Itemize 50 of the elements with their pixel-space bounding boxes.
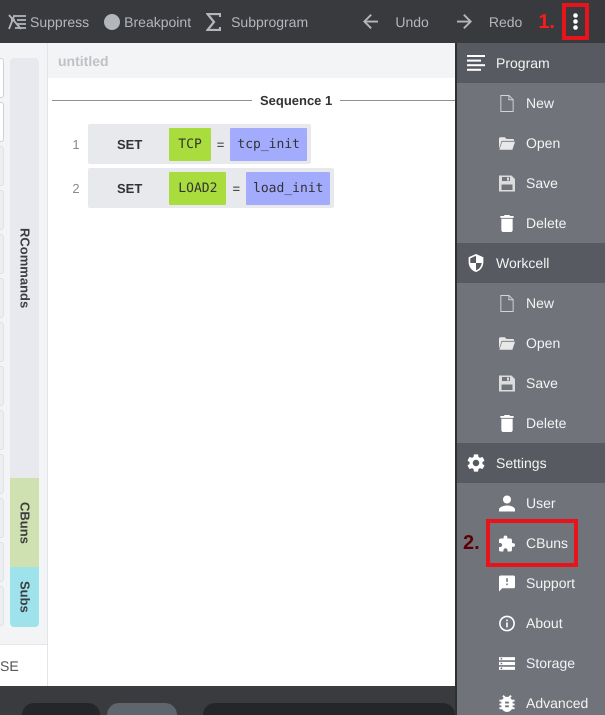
sequence-title: Sequence 1 [260,92,332,108]
command-keyword: SET [117,136,142,152]
line-number: 1 [71,136,81,152]
line-number: 2 [71,180,81,196]
trash-icon [499,214,515,232]
breakpoint-button[interactable]: Breakpoint [104,14,192,30]
menu-section-header: Program [457,43,605,83]
step-label: 2. [463,532,480,554]
command-keyword: SET [117,180,142,196]
file-icon [499,294,515,312]
undo-button[interactable]: Undo [363,14,429,30]
bottom-button[interactable] [107,703,177,715]
settings-icon [467,454,485,472]
variable-chip[interactable]: LOAD2 [169,172,226,204]
left-arrow-icon [363,14,378,29]
side-tab[interactable]: RCommands [10,58,39,478]
menu-section-header: Settings [457,443,605,483]
value-chip[interactable]: tcp_init [230,128,307,160]
bug-icon [499,694,515,712]
menu-section-header: Workcell [457,243,605,283]
circle-icon [104,14,120,30]
value-chip[interactable]: load_init [246,172,330,204]
highlight-frame [562,3,589,40]
panel-footer-text: SE [0,658,19,674]
operator-sign: = [232,180,240,196]
folder-icon [499,334,515,352]
list-tile[interactable] [0,102,4,142]
slashed-lines-icon [8,14,26,30]
side-tab[interactable]: CBuns [10,478,39,567]
right-arrow-icon [456,14,472,29]
folder-icon [499,134,515,152]
text-lines-icon [467,54,485,72]
person-icon [499,494,515,512]
trash-icon [499,414,515,432]
more-icon [573,13,578,30]
info-icon [499,614,515,632]
side-tab[interactable]: Subs [10,567,39,627]
subprogram-button[interactable]: Subprogram [206,12,308,30]
suppress-button[interactable]: Suppress [8,14,90,30]
shield-icon [467,254,485,272]
list-tile[interactable] [0,58,4,98]
operator-sign: = [216,136,224,152]
redo-button[interactable]: Redo [456,14,522,30]
storage-icon [499,654,515,672]
file-icon [499,94,515,112]
sigma-icon [206,12,222,30]
puzzle-piece-icon [499,534,515,552]
step-label: 1. [538,10,555,32]
speech-bubble-icon [499,574,515,592]
variable-chip[interactable]: TCP [169,128,211,160]
